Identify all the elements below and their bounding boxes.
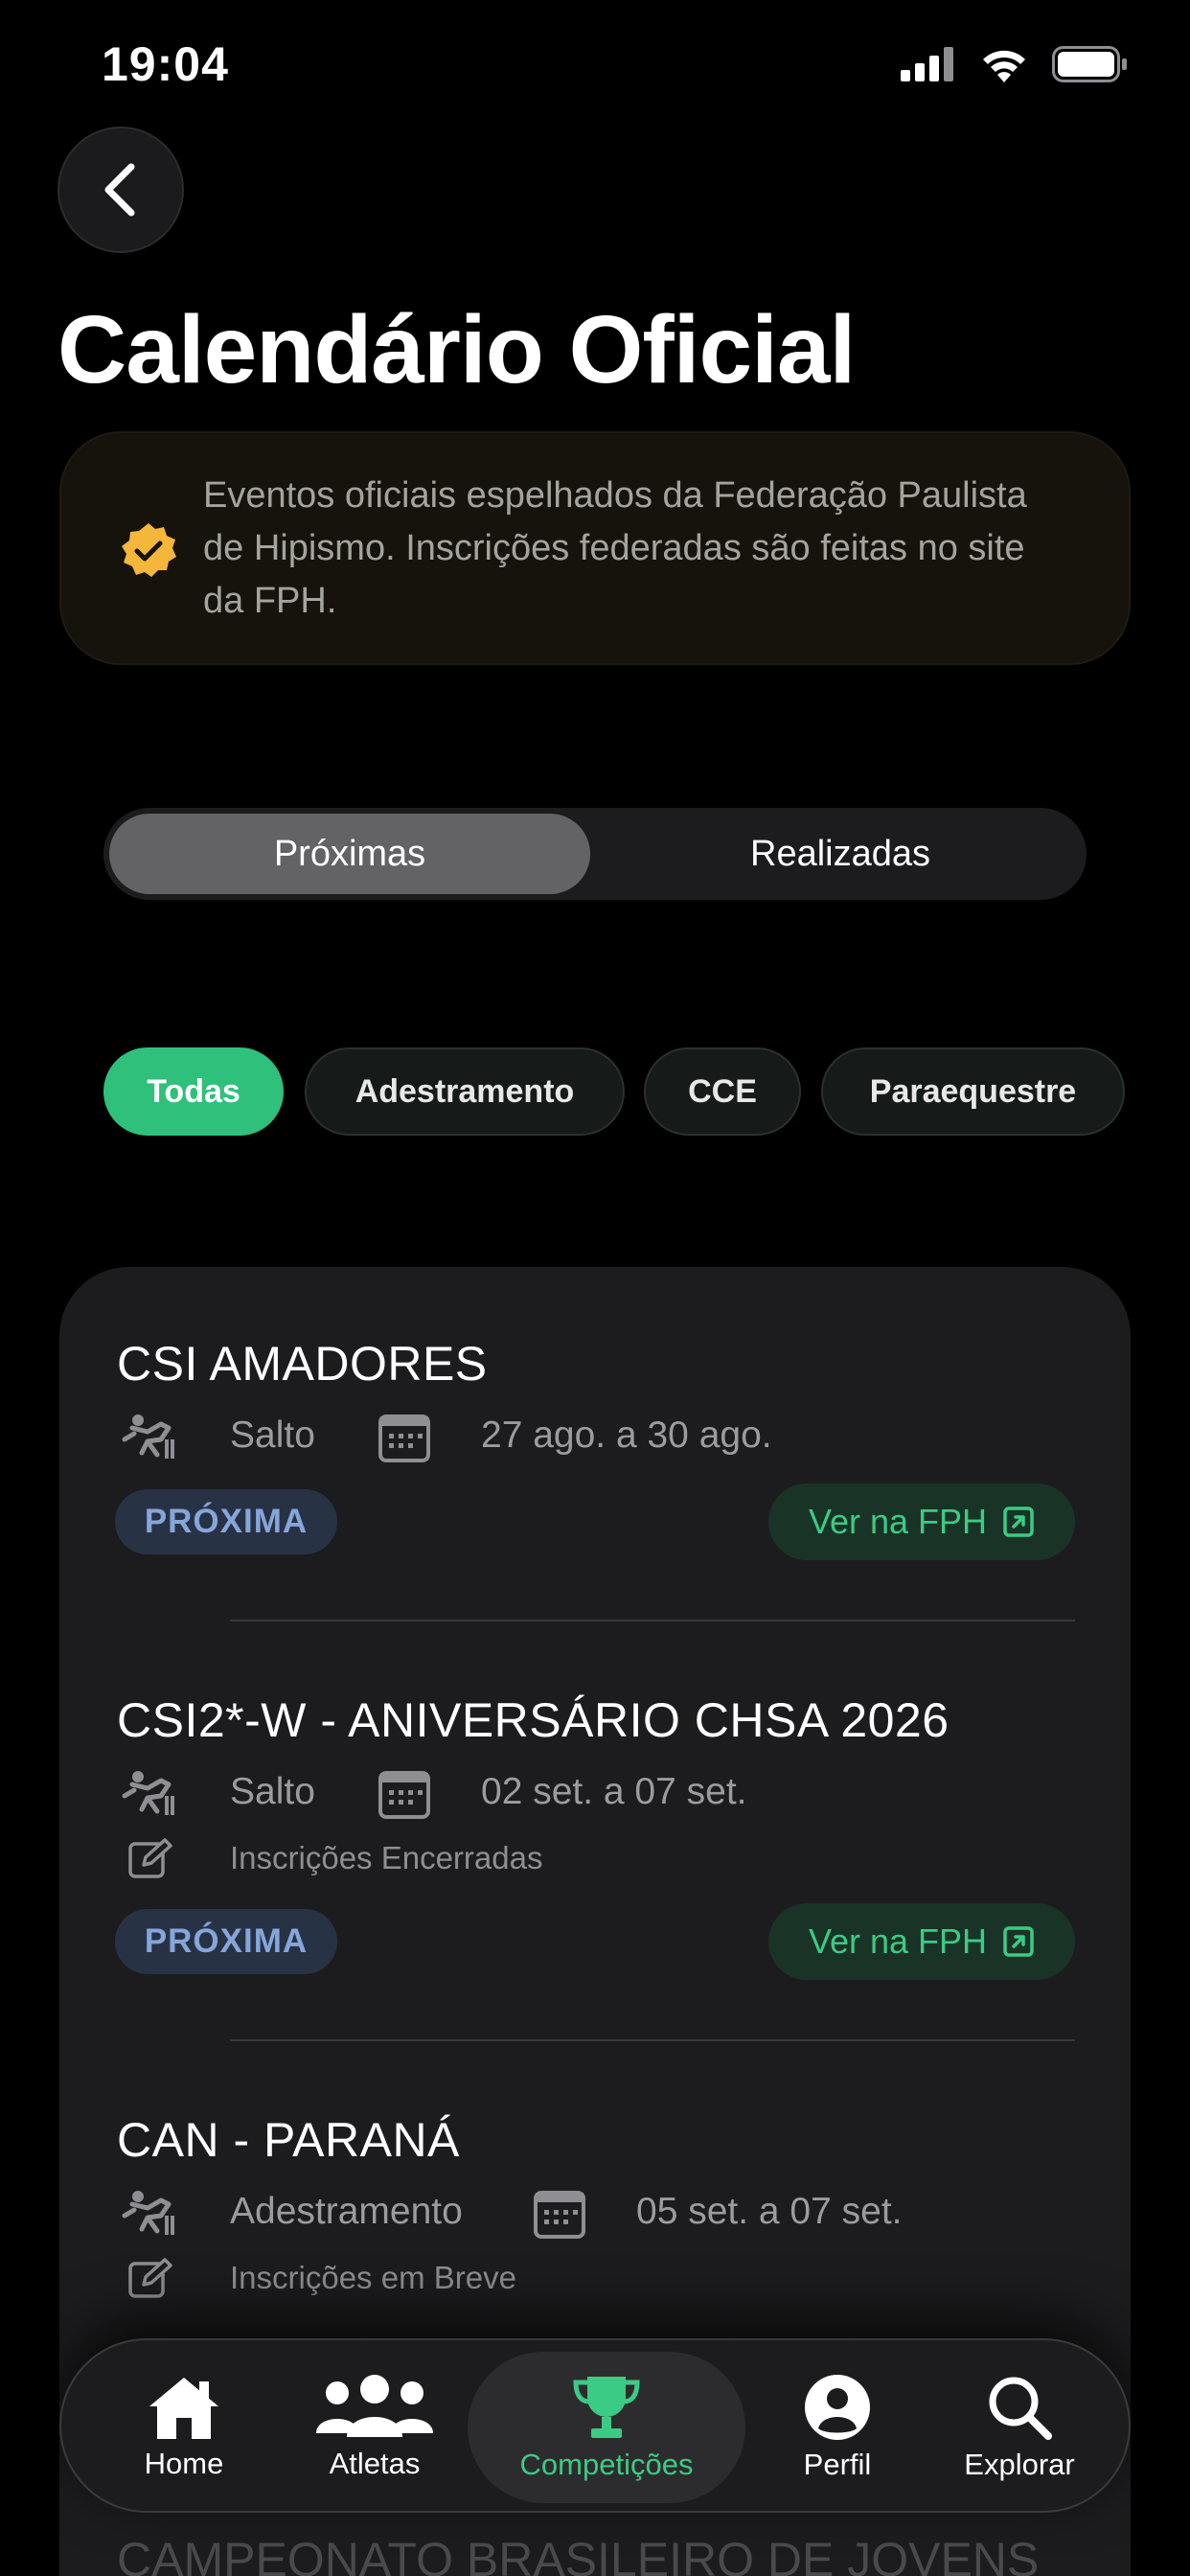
filter-chip-cce[interactable]: CCE [644,1047,801,1136]
divider [230,1620,1075,1622]
event-discipline: Salto [230,1414,315,1456]
view-fph-button[interactable]: Ver na FPH [768,1484,1075,1560]
registration-status: Inscrições Encerradas [230,1840,543,1875]
home-icon [149,2378,218,2439]
calendar-icon [378,1771,430,1819]
tab-label: Competições [519,2448,694,2481]
info-text: Eventos oficiais espelhados da Federação… [203,475,1027,621]
filter-chip-adestramento[interactable]: Adestramento [305,1047,625,1136]
horse-jump-icon [122,1771,174,1815]
horse-jump-icon [122,1414,174,1459]
filter-chip-todas[interactable]: Todas [103,1047,284,1136]
tab-label: Home [144,2447,224,2480]
view-fph-label: Ver na FPH [808,1921,988,1961]
external-link-icon [1003,1926,1034,1957]
divider [230,2039,1075,2041]
event-title: CSI AMADORES [117,1337,488,1391]
tab-perfil[interactable]: Perfil [770,2340,904,2515]
battery-icon [1052,46,1127,82]
info-banner: Eventos oficiais espelhados da Federação… [59,431,1131,665]
filter-chip-paraequestre[interactable]: Paraequestre [821,1047,1125,1136]
tab-label: Perfil [803,2448,872,2481]
tab-atletas[interactable]: Atletas [303,2340,446,2515]
edit-icon [128,1838,172,1878]
page-title: Calendário Oficial [57,296,856,403]
external-link-icon [1003,1506,1034,1537]
chevron-left-icon [104,163,135,217]
status-badge: PRÓXIMA [115,1489,337,1554]
view-fph-label: Ver na FPH [808,1502,988,1541]
event-title: CAN - PARANÁ [117,2113,460,2167]
status-time: 19:04 [102,37,229,91]
tab-label: Explorar [964,2448,1075,2481]
event-dates: 02 set. a 07 set. [481,1771,747,1812]
event-title: CSI2*-W - ANIVERSÁRIO CHSA 2026 [117,1693,950,1747]
tab-competicoes[interactable]: Competições [468,2352,745,2503]
status-bar: 19:04 [0,0,1190,134]
tab-home[interactable]: Home [117,2340,251,2515]
registration-status: Inscrições em Breve [230,2260,516,2295]
event-discipline: Adestramento [230,2191,463,2232]
tab-explorar[interactable]: Explorar [943,2340,1096,2515]
segmented-control: Próximas Realizadas [103,808,1087,900]
person-icon [805,2375,870,2440]
edit-icon [128,2258,172,2298]
back-button[interactable] [57,126,184,253]
tab-label: Atletas [329,2447,421,2480]
verified-badge-icon [122,523,176,577]
trophy-icon [573,2377,640,2438]
wifi-icon [983,50,1025,82]
search-icon [989,2377,1052,2440]
event-title-partial: CAMPEONATO BRASILEIRO DE JOVENS [117,2533,1040,2576]
event-discipline: Salto [230,1771,315,1812]
event-dates: 05 set. a 07 set. [636,2191,903,2232]
people-icon [316,2375,433,2437]
segment-upcoming[interactable]: Próximas [109,814,590,894]
status-badge: PRÓXIMA [115,1909,337,1974]
cellular-signal-icon [901,47,953,81]
tab-bar: Home Atletas Competições Perfil Explorar [59,2338,1131,2513]
calendar-icon [534,2191,585,2239]
segment-past[interactable]: Realizadas [600,814,1081,894]
view-fph-button[interactable]: Ver na FPH [768,1903,1075,1980]
calendar-icon [378,1414,430,1462]
status-icons [901,46,1129,82]
horse-jump-icon [122,2191,174,2235]
event-dates: 27 ago. a 30 ago. [481,1414,772,1456]
